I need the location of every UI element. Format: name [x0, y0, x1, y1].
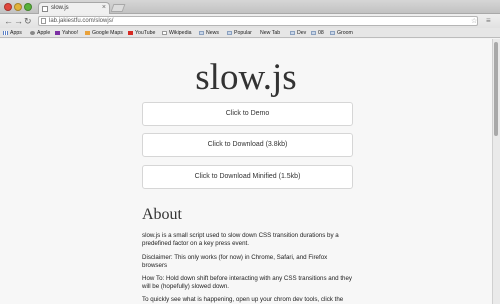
bookmark-apps[interactable]: Apps: [3, 30, 22, 36]
bookmark-yahoo[interactable]: Yahoo!: [55, 30, 78, 36]
folder-icon: [330, 30, 335, 35]
bookmark-wikipedia[interactable]: Wikipedia: [162, 30, 192, 36]
bookmark-folder-groom[interactable]: Groom: [330, 30, 353, 36]
address-bar[interactable]: lab.jakiestfu.com/slowjs/: [38, 16, 478, 26]
back-button[interactable]: ←: [4, 15, 13, 27]
download-minified-button[interactable]: Click to Download Minified (1.5kb): [142, 165, 353, 189]
apple-icon: [30, 30, 35, 35]
reload-button[interactable]: ↻: [24, 15, 32, 27]
tab-strip: slow.js ×: [0, 0, 500, 15]
disclaimer-paragraph: Disclaimer: This only works (for now) in…: [142, 254, 328, 270]
browser-window: slow.js × ← → ↻ lab.jakiestfu.com/slowjs…: [0, 0, 500, 304]
bookmark-apple[interactable]: Apple: [30, 30, 50, 36]
wikipedia-icon: [162, 30, 167, 35]
bookmark-folder-news[interactable]: News: [199, 30, 219, 36]
close-window-icon[interactable]: [4, 3, 12, 11]
forward-button[interactable]: →: [14, 15, 23, 27]
browser-toolbar: ← → ↻ lab.jakiestfu.com/slowjs/ ☆ ≡: [0, 14, 500, 28]
tab-title: slow.js: [51, 5, 69, 11]
folder-icon: [290, 30, 295, 35]
zoom-window-icon[interactable]: [24, 3, 32, 11]
about-heading: About: [142, 206, 182, 223]
bookmark-star-icon[interactable]: ☆: [471, 17, 477, 25]
howto-paragraph: How To: Hold down shift before interacti…: [142, 275, 353, 291]
youtube-icon: [128, 30, 133, 35]
demo-button[interactable]: Click to Demo: [142, 102, 353, 126]
folder-icon: [199, 30, 204, 35]
download-button[interactable]: Click to Download (3.8kb): [142, 133, 353, 157]
bookmark-folder-dev[interactable]: Dev: [290, 30, 306, 36]
tab-close-icon[interactable]: ×: [102, 4, 106, 11]
bookmarks-bar: Apps Apple Yahoo! Google Maps YouTube Wi…: [0, 28, 500, 73]
folder-icon: [227, 30, 232, 35]
minimize-window-icon[interactable]: [14, 3, 22, 11]
apps-grid-icon: [3, 30, 8, 35]
page-icon: [41, 18, 46, 24]
page-title: slow.js: [195, 57, 297, 98]
bookmark-google-maps[interactable]: Google Maps: [85, 30, 123, 36]
google-maps-icon: [85, 30, 90, 35]
bookmark-youtube[interactable]: YouTube: [128, 30, 155, 36]
scrollbar-thumb[interactable]: [494, 42, 498, 136]
intro-paragraph: slow.js is a small script used to slow d…: [142, 232, 339, 248]
page-favicon-icon: [42, 6, 48, 12]
url-text: lab.jakiestfu.com/slowjs/: [49, 18, 114, 24]
folder-icon: [311, 30, 316, 35]
bookmark-new-tab[interactable]: New Tab: [260, 30, 280, 73]
bookmark-folder-08[interactable]: 08: [311, 30, 324, 36]
devtools-paragraph: To quickly see what is happening, open u…: [142, 296, 344, 303]
yahoo-icon: [55, 30, 60, 35]
menu-icon[interactable]: ≡: [486, 16, 491, 25]
bookmark-folder-popular[interactable]: Popular: [227, 30, 252, 36]
new-tab-button[interactable]: [110, 4, 126, 12]
